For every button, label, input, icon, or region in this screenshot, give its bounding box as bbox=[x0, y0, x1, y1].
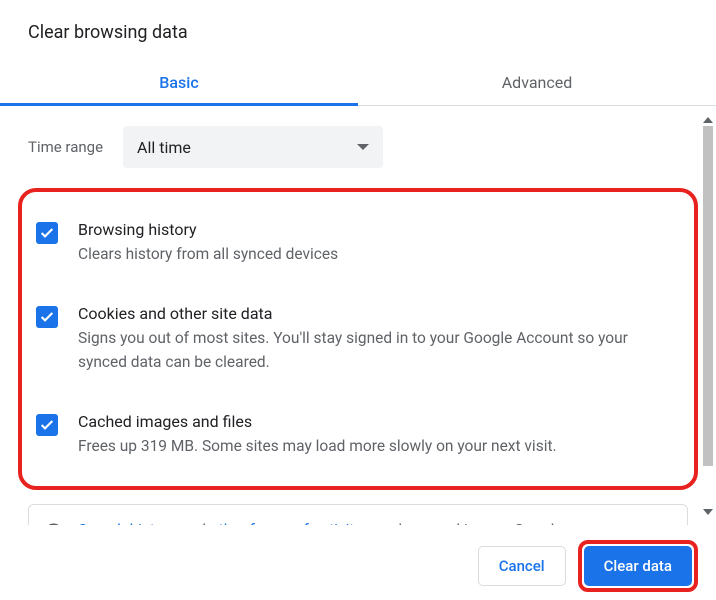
tab-advanced[interactable]: Advanced bbox=[358, 59, 716, 105]
link-search-history[interactable]: Search history bbox=[78, 521, 176, 526]
tab-basic-label: Basic bbox=[159, 73, 198, 92]
cancel-button-label: Cancel bbox=[499, 557, 545, 575]
info-mid1: and bbox=[176, 521, 209, 526]
clear-browsing-data-dialog: Clear browsing data Basic Advanced Time … bbox=[0, 0, 716, 600]
clear-button-highlight: Clear data bbox=[578, 540, 698, 592]
clear-button-label: Clear data bbox=[604, 557, 672, 575]
dialog-footer: Cancel Clear data bbox=[0, 532, 716, 600]
dialog-title: Clear browsing data bbox=[0, 0, 716, 59]
info-tail: may be saved in your Google bbox=[362, 521, 563, 526]
check-icon bbox=[39, 225, 55, 241]
check-icon bbox=[39, 417, 55, 433]
cancel-button[interactable]: Cancel bbox=[478, 546, 566, 586]
time-range-label: Time range bbox=[28, 138, 103, 156]
scroll-track[interactable] bbox=[702, 126, 714, 506]
chevron-down-icon bbox=[357, 144, 369, 150]
checkbox-browsing-history[interactable] bbox=[36, 222, 58, 244]
google-activity-info: G Search history and other forms of acti… bbox=[28, 504, 688, 526]
option-desc: Clears history from all synced devices bbox=[78, 243, 674, 266]
option-title: Cached images and files bbox=[78, 412, 674, 431]
time-range-value: All time bbox=[137, 138, 191, 157]
scroll-thumb[interactable] bbox=[703, 126, 713, 466]
checkbox-cached[interactable] bbox=[36, 414, 58, 436]
option-browsing-history: Browsing history Clears history from all… bbox=[30, 210, 680, 276]
time-range-row: Time range All time bbox=[28, 126, 688, 168]
option-cookies: Cookies and other site data Signs you ou… bbox=[30, 294, 680, 384]
clear-data-button[interactable]: Clear data bbox=[584, 546, 692, 586]
option-title: Cookies and other site data bbox=[78, 304, 674, 323]
scroll-up-icon[interactable] bbox=[702, 114, 714, 126]
google-logo-icon: G bbox=[45, 519, 62, 526]
tabs: Basic Advanced bbox=[0, 59, 716, 106]
check-icon bbox=[39, 309, 55, 325]
content: Time range All time Browsing history Cle… bbox=[0, 106, 716, 526]
tab-basic[interactable]: Basic bbox=[0, 59, 358, 105]
option-text: Browsing history Clears history from all… bbox=[78, 220, 674, 266]
link-other-activity[interactable]: other forms of activity bbox=[210, 521, 362, 526]
time-range-select[interactable]: All time bbox=[123, 126, 383, 168]
scrollbar[interactable] bbox=[702, 114, 714, 518]
scroll-down-icon[interactable] bbox=[702, 506, 714, 518]
info-text: Search history and other forms of activi… bbox=[78, 519, 563, 526]
tab-advanced-label: Advanced bbox=[502, 73, 573, 92]
option-desc: Signs you out of most sites. You'll stay… bbox=[78, 327, 674, 374]
scroll-area: Time range All time Browsing history Cle… bbox=[0, 106, 716, 526]
option-desc: Frees up 319 MB. Some sites may load mor… bbox=[78, 435, 674, 458]
option-title: Browsing history bbox=[78, 220, 674, 239]
option-text: Cookies and other site data Signs you ou… bbox=[78, 304, 674, 374]
option-cached: Cached images and files Frees up 319 MB.… bbox=[30, 402, 680, 468]
options-highlight: Browsing history Clears history from all… bbox=[18, 188, 698, 490]
option-text: Cached images and files Frees up 319 MB.… bbox=[78, 412, 674, 458]
checkbox-cookies[interactable] bbox=[36, 306, 58, 328]
